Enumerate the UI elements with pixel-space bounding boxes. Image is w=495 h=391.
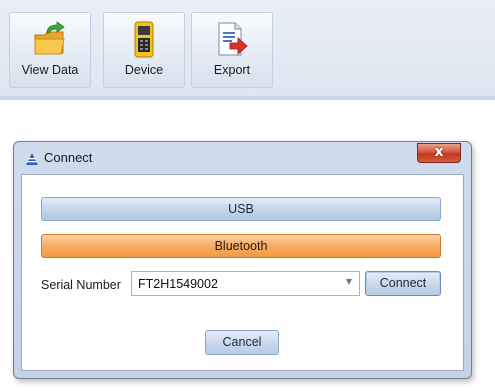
close-icon: x (434, 144, 444, 160)
export-button[interactable]: Export (191, 12, 273, 88)
export-document-icon (216, 21, 248, 62)
connect-button[interactable]: Connect (365, 271, 441, 296)
usb-button[interactable]: USB (41, 197, 441, 221)
ribbon-toolbar: View Data Device Export (0, 0, 495, 100)
device-button[interactable]: Device (103, 12, 185, 88)
connect-dialog: Connect x USB Bluetooth Serial Number FT… (13, 141, 472, 379)
dialog-titlebar[interactable]: Connect x (14, 142, 471, 174)
export-label: Export (213, 63, 251, 77)
connect-app-icon (26, 153, 38, 168)
close-button[interactable]: x (417, 143, 461, 163)
dialog-body: USB Bluetooth Serial Number FT2H1549002 … (21, 174, 464, 371)
cancel-button[interactable]: Cancel (205, 330, 279, 355)
handheld-device-icon (133, 21, 155, 62)
bluetooth-button[interactable]: Bluetooth (41, 234, 441, 258)
serial-number-label: Serial Number (41, 278, 121, 292)
folder-arrow-icon (33, 21, 67, 60)
serial-number-dropdown[interactable]: FT2H1549002 ▼ (131, 271, 360, 296)
serial-number-value: FT2H1549002 (138, 277, 218, 291)
device-label: Device (124, 63, 164, 77)
view-data-label: View Data (21, 63, 79, 77)
dialog-title: Connect (44, 150, 93, 165)
view-data-button[interactable]: View Data (9, 12, 91, 88)
chevron-down-icon[interactable]: ▼ (346, 277, 352, 286)
